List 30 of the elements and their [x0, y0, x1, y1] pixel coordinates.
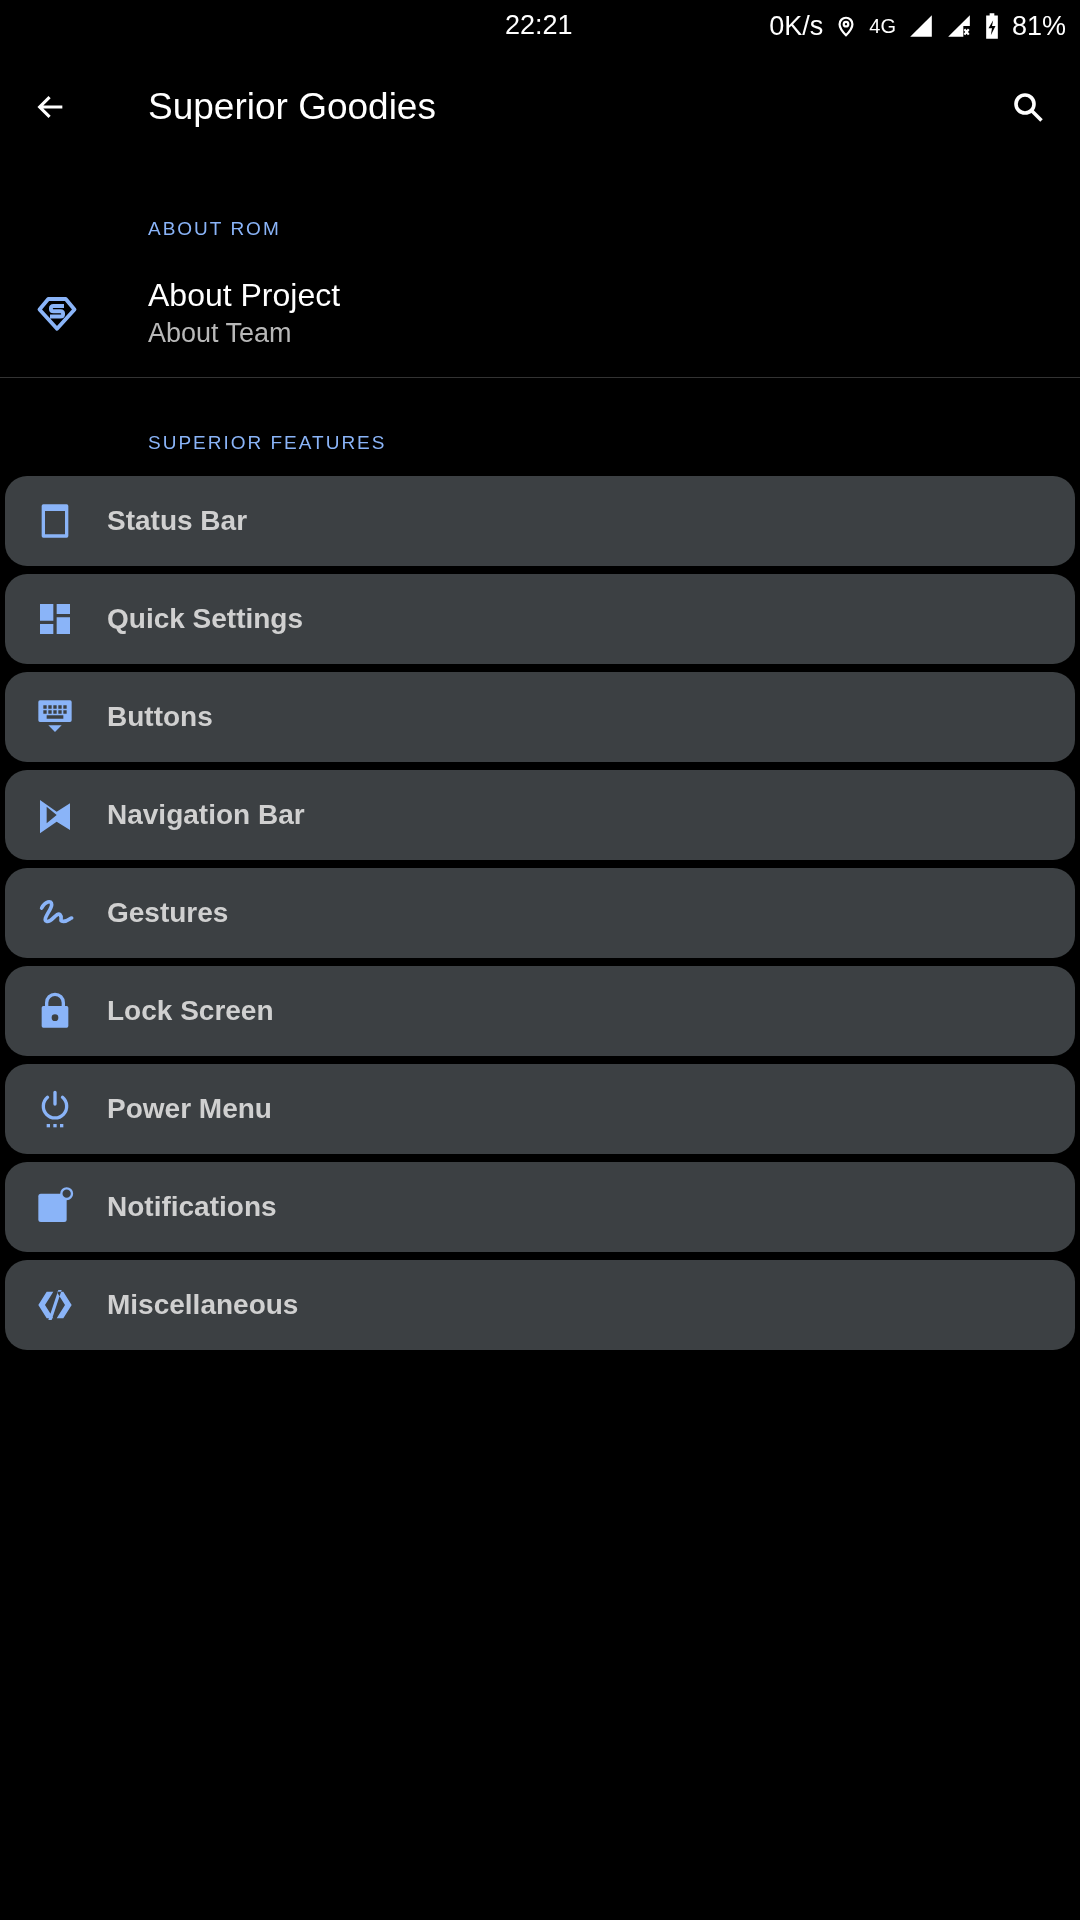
- no-signal-icon: [945, 13, 972, 39]
- feature-label: Navigation Bar: [107, 799, 305, 831]
- section-header: SUPERIOR FEATURES: [147, 432, 388, 454]
- feature-label: Status Bar: [107, 505, 248, 537]
- feature-label: Lock Screen: [107, 995, 274, 1027]
- network-speed: 0K/s: [769, 10, 824, 42]
- feature-card[interactable]: Buttons: [5, 672, 1075, 762]
- feature-card[interactable]: Status Bar: [5, 476, 1075, 566]
- feature-label: Quick Settings: [107, 603, 304, 635]
- feature-card[interactable]: Lock Screen: [5, 966, 1075, 1056]
- feature-card[interactable]: Power Menu: [5, 1064, 1075, 1154]
- feature-label: Notifications: [107, 1191, 277, 1223]
- feature-card[interactable]: Notifications: [5, 1162, 1075, 1252]
- about-summary: About Team: [148, 318, 293, 349]
- battery-icon: [983, 12, 1000, 40]
- battery-level: 81%: [1011, 10, 1066, 42]
- network-type: 4G: [869, 14, 896, 38]
- section-header: ABOUT ROM: [147, 218, 282, 240]
- page-title: Superior Goodies: [148, 86, 437, 128]
- feature-label: Gestures: [107, 897, 229, 929]
- about-title[interactable]: About Project: [148, 277, 341, 314]
- feature-label: Power Menu: [107, 1093, 272, 1125]
- feature-card[interactable]: Gestures: [5, 868, 1075, 958]
- feature-card[interactable]: Quick Settings: [5, 574, 1075, 664]
- feature-label: Buttons: [107, 701, 213, 733]
- signal-icon: [907, 13, 934, 39]
- feature-card[interactable]: Navigation Bar: [5, 770, 1075, 860]
- feature-label: Miscellaneous: [107, 1289, 299, 1321]
- feature-card[interactable]: Miscellaneous: [5, 1260, 1075, 1350]
- clock-time: 22:21: [505, 10, 573, 41]
